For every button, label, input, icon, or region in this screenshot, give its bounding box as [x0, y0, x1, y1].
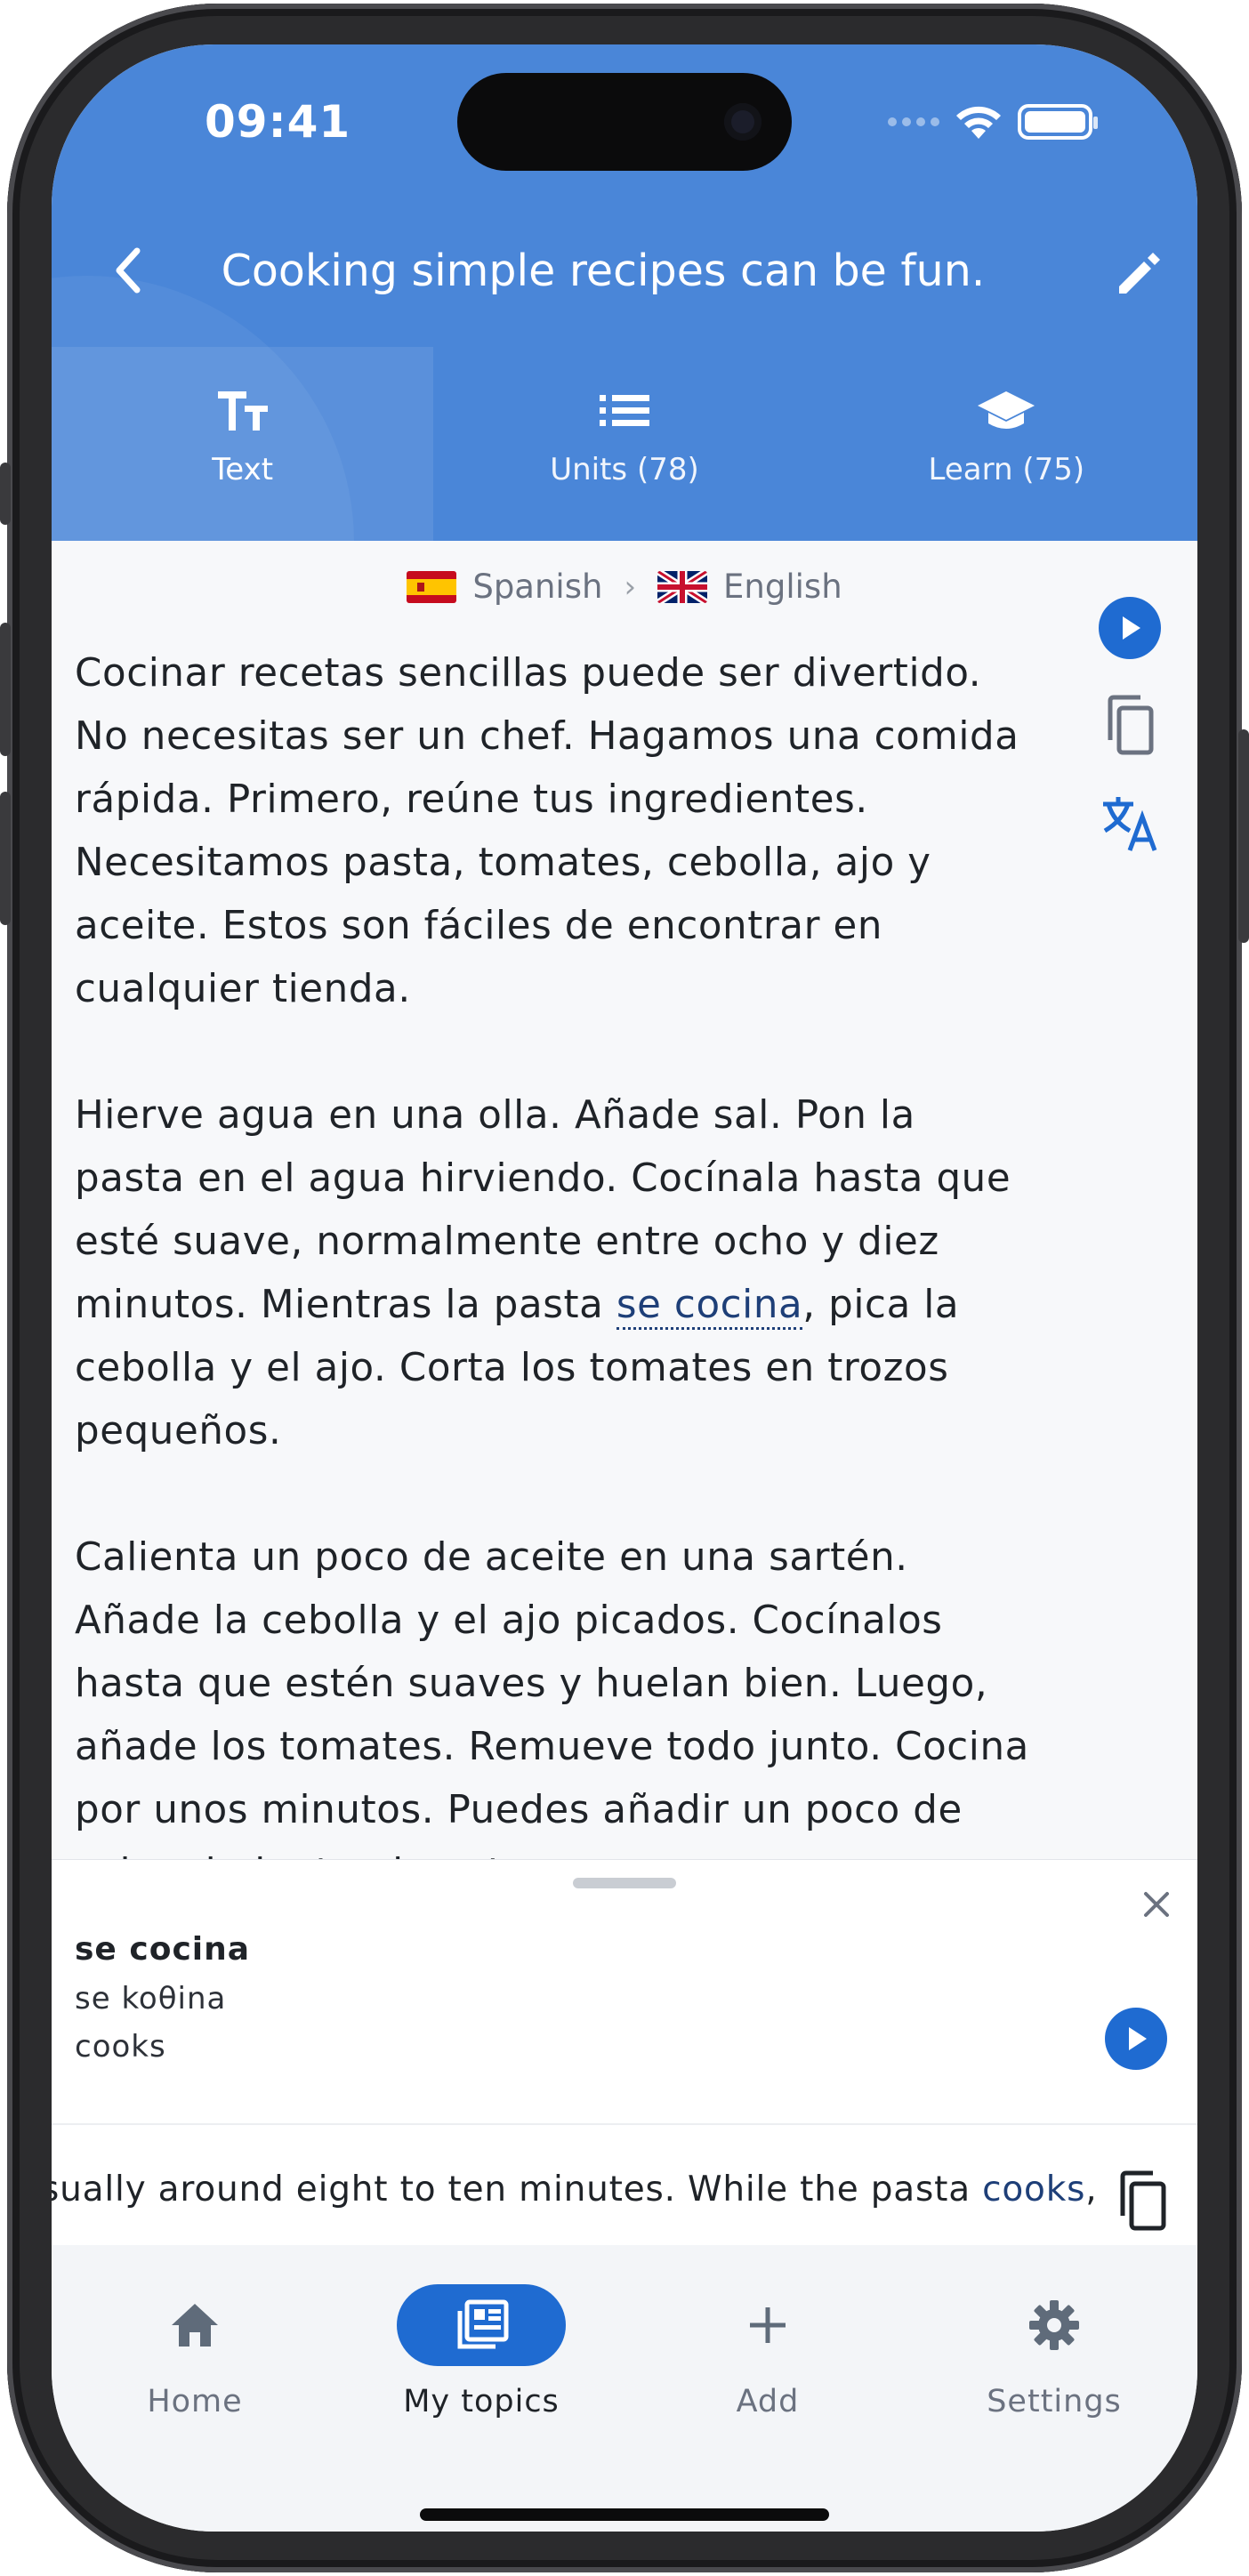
home-icon: [172, 2304, 218, 2347]
dynamic-island: [457, 73, 792, 171]
status-icons: [888, 103, 1098, 141]
silent-switch: [0, 463, 11, 525]
word-phonetic: se koθina: [75, 1981, 227, 2017]
list-icon: [599, 395, 649, 426]
paragraph: Hierve agua en una olla. Añade sal. Pon …: [75, 1093, 1011, 1453]
pencil-icon: [1119, 253, 1160, 294]
camera-icon: [724, 103, 761, 141]
edit-button[interactable]: [1107, 242, 1171, 306]
nav-add[interactable]: Add: [624, 2245, 911, 2532]
target-language: English: [723, 568, 842, 606]
selected-phrase[interactable]: se cocina: [616, 1283, 803, 1330]
language-pair: Spanish › English: [52, 568, 1197, 606]
word-play-button[interactable]: [1105, 2008, 1167, 2070]
graduation-cap-icon: [978, 391, 1035, 429]
play-icon: [1105, 2008, 1167, 2070]
tab-label: Units (78): [550, 452, 699, 487]
nav-label: Home: [147, 2384, 243, 2419]
tab-label: Learn (75): [928, 452, 1085, 487]
source-language: Spanish: [472, 568, 603, 606]
signal-icon: [888, 117, 939, 126]
volume-down-button: [0, 792, 11, 925]
power-button: [1238, 729, 1249, 943]
sheet-drag-handle[interactable]: [573, 1878, 676, 1888]
tab-bar: Text Units (78) Learn (75): [52, 347, 1197, 541]
reading-text: Cocinar recetas sencillas puede ser dive…: [75, 642, 1133, 1905]
home-indicator[interactable]: [420, 2508, 829, 2521]
back-button[interactable]: [98, 238, 162, 302]
word-detail-sheet: se cocina se koθina cooks sually around …: [52, 1859, 1197, 2282]
volume-up-button: [0, 623, 11, 756]
chevron-right-icon: ›: [624, 568, 637, 605]
nav-label: My topics: [403, 2384, 560, 2419]
word-translation: cooks: [75, 2029, 166, 2065]
nav-home[interactable]: Home: [52, 2245, 338, 2532]
screen: 09:41 Cooking simple recipes can be fun.: [52, 44, 1197, 2532]
translated-sentence: sually around eight to ten minutes. Whil…: [52, 2169, 1101, 2210]
divider: [52, 2123, 1197, 2125]
topics-icon: [457, 2299, 509, 2349]
copy-sentence-button[interactable]: [1107, 2166, 1178, 2237]
translated-phrase[interactable]: cooks: [982, 2169, 1086, 2210]
copy-icon: [1120, 2170, 1166, 2231]
nav-my-topics[interactable]: My topics: [338, 2245, 624, 2532]
paragraph: Cocinar recetas sencillas puede ser dive…: [75, 651, 1019, 1011]
spain-flag-icon: [407, 570, 457, 603]
nav-label: Add: [736, 2384, 800, 2419]
bottom-navigation: Home My topics Add Settings: [52, 2245, 1197, 2532]
word-term: se cocina: [75, 1931, 251, 1968]
plus-icon: [750, 2307, 786, 2343]
close-button[interactable]: [1132, 1880, 1181, 1929]
nav-label: Settings: [987, 2384, 1122, 2419]
tab-units[interactable]: Units (78): [433, 347, 815, 541]
battery-icon: [1018, 104, 1098, 140]
wifi-icon: [956, 106, 1001, 139]
text-size-icon: [217, 391, 268, 431]
uk-flag-icon: [657, 570, 708, 603]
close-icon: [1144, 1892, 1169, 1917]
tab-label: Text: [212, 452, 274, 487]
page-title: Cooking simple recipes can be fun.: [221, 246, 986, 296]
paragraph: Calienta un poco de aceite en una sartén…: [75, 1535, 1029, 1896]
gear-icon: [1029, 2300, 1079, 2350]
tab-learn[interactable]: Learn (75): [816, 347, 1197, 541]
app-header: 09:41 Cooking simple recipes can be fun.: [52, 44, 1197, 541]
tab-text[interactable]: Text: [52, 347, 434, 541]
nav-settings[interactable]: Settings: [911, 2245, 1197, 2532]
status-time: 09:41: [205, 96, 351, 148]
chevron-left-icon: [116, 247, 141, 294]
